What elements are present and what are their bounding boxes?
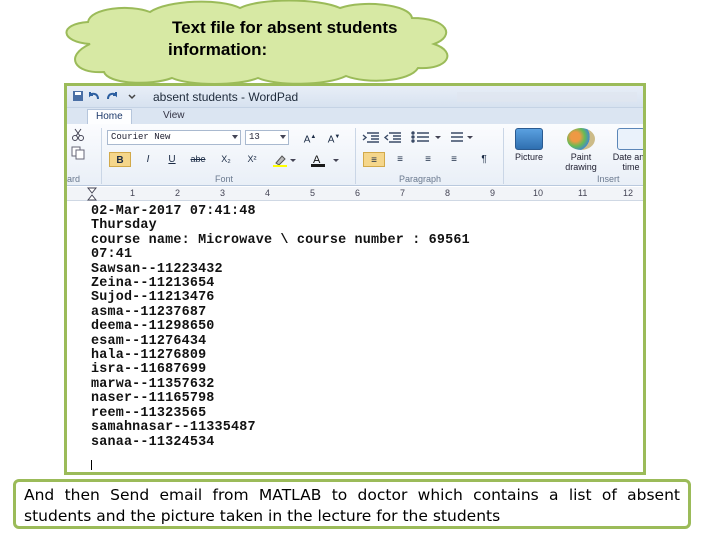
copy-icon[interactable] bbox=[71, 146, 85, 160]
title-bar-faint-text bbox=[457, 92, 637, 102]
font-name-value: Courier New bbox=[111, 132, 171, 142]
ruler-number: 9 bbox=[490, 188, 496, 198]
title-callout-cloud: Text file for absent students informatio… bbox=[50, 0, 460, 84]
paint-drawing-icon bbox=[567, 128, 595, 150]
document-line: hala--11276809 bbox=[91, 348, 207, 364]
document-line: samahnasar--11335487 bbox=[91, 420, 256, 436]
ruler-number: 4 bbox=[265, 188, 271, 198]
document-line: esam--11276434 bbox=[91, 333, 207, 349]
caption-box: And then Send email from MATLAB to docto… bbox=[13, 479, 691, 529]
document-line: Thursday bbox=[91, 218, 157, 234]
quick-access-toolbar: absent students - WordPad bbox=[67, 86, 643, 108]
date-time-label: Date and time bbox=[612, 152, 646, 172]
ruler-number: 5 bbox=[310, 188, 316, 198]
text-caret bbox=[91, 460, 92, 470]
group-label-clipboard: ard bbox=[67, 174, 81, 184]
font-size-value: 13 bbox=[249, 132, 260, 142]
document-line: course name: Microwave \ course number :… bbox=[91, 232, 470, 248]
document-line: isra--11687699 bbox=[91, 362, 207, 378]
group-separator bbox=[101, 128, 102, 184]
document-line: naser--11165798 bbox=[91, 391, 215, 407]
underline-button[interactable]: U bbox=[161, 152, 183, 167]
caption-text: And then Send email from MATLAB to docto… bbox=[24, 486, 680, 525]
align-right-button[interactable]: ≡ bbox=[417, 152, 439, 167]
paint-drawing-label: Paint drawing bbox=[565, 152, 597, 172]
document-line: marwa--11357632 bbox=[91, 376, 215, 392]
insert-picture-button[interactable]: Picture bbox=[507, 128, 551, 174]
font-color-icon[interactable]: A bbox=[311, 153, 341, 167]
ruler-number: 10 bbox=[533, 188, 544, 198]
undo-icon[interactable] bbox=[87, 89, 101, 103]
ruler-number: 3 bbox=[220, 188, 226, 198]
group-separator bbox=[503, 128, 504, 184]
ruler: 1 2 3 4 5 6 7 8 9 10 11 12 bbox=[67, 187, 643, 201]
group-label-font: Font bbox=[215, 174, 234, 184]
date-time-button[interactable]: Date and time bbox=[609, 128, 646, 174]
italic-button[interactable]: I bbox=[137, 152, 159, 167]
tab-view[interactable]: View bbox=[155, 109, 193, 124]
document-line: 02-Mar-2017 07:41:48 bbox=[91, 204, 256, 219]
ruler-number: 2 bbox=[175, 188, 181, 198]
justify-button[interactable]: ≡ bbox=[443, 152, 465, 167]
window-title: absent students - WordPad bbox=[153, 90, 299, 104]
grow-font-button[interactable]: A▲ bbox=[299, 130, 321, 145]
strikethrough-button[interactable]: abe bbox=[187, 152, 209, 167]
document-line: deema--11298650 bbox=[91, 319, 215, 335]
ribbon-tabs: Home View bbox=[67, 108, 643, 124]
ruler-number: 12 bbox=[623, 188, 634, 198]
group-separator bbox=[355, 128, 356, 184]
chevron-down-icon[interactable] bbox=[125, 89, 139, 103]
ruler-number: 8 bbox=[445, 188, 451, 198]
align-left-button[interactable]: ≡ bbox=[363, 152, 385, 167]
font-name-select[interactable]: Courier New bbox=[107, 130, 241, 145]
superscript-button[interactable]: X² bbox=[241, 152, 263, 167]
ruler-number: 11 bbox=[578, 188, 588, 198]
document-line: reem--11323565 bbox=[91, 405, 207, 421]
group-label-insert: Insert bbox=[597, 174, 620, 184]
save-icon[interactable] bbox=[71, 89, 85, 103]
paragraph-dialog-button[interactable]: ¶ bbox=[473, 152, 495, 167]
document-line: Zeina--11213654 bbox=[91, 276, 215, 292]
document-line: sanaa--11324534 bbox=[91, 434, 215, 450]
document-text: 02-Mar-2017 07:41:48 Thursday course nam… bbox=[91, 204, 470, 450]
paint-drawing-button[interactable]: Paint drawing bbox=[559, 128, 603, 174]
font-size-select[interactable]: 13 bbox=[245, 130, 289, 145]
highlight-color-icon[interactable] bbox=[273, 153, 297, 167]
ruler-number: 1 bbox=[130, 188, 136, 198]
insert-picture-label: Picture bbox=[514, 152, 543, 162]
tab-home[interactable]: Home bbox=[87, 109, 132, 124]
date-time-icon bbox=[617, 128, 643, 150]
callout-title: Text file for absent students informatio… bbox=[168, 18, 398, 59]
document-line: Sawsan--11223432 bbox=[91, 261, 223, 277]
wordpad-screenshot: absent students - WordPad Home View ard … bbox=[64, 83, 646, 475]
align-center-button[interactable]: ≡ bbox=[389, 152, 411, 167]
ruler-number: 6 bbox=[355, 188, 361, 198]
document-line: 07:41 bbox=[91, 247, 133, 263]
document-line: asma--11237687 bbox=[91, 304, 207, 320]
document-area[interactable]: 02-Mar-2017 07:41:48 Thursday course nam… bbox=[67, 201, 643, 472]
picture-icon bbox=[515, 128, 543, 150]
paragraph-controls-icon[interactable] bbox=[361, 130, 481, 144]
ruler-number: 7 bbox=[400, 188, 406, 198]
indent-marker-icon[interactable] bbox=[87, 187, 97, 201]
group-label-paragraph: Paragraph bbox=[399, 174, 442, 184]
document-line: Sujod--11213476 bbox=[91, 290, 215, 306]
cut-icon[interactable] bbox=[71, 128, 85, 142]
subscript-button[interactable]: X₂ bbox=[215, 152, 237, 167]
redo-icon[interactable] bbox=[105, 89, 119, 103]
ribbon: ard Courier New 13 A▲ A▼ B I U abe X₂ X²… bbox=[67, 124, 643, 186]
bold-button[interactable]: B bbox=[109, 152, 131, 167]
shrink-font-button[interactable]: A▼ bbox=[323, 130, 345, 145]
